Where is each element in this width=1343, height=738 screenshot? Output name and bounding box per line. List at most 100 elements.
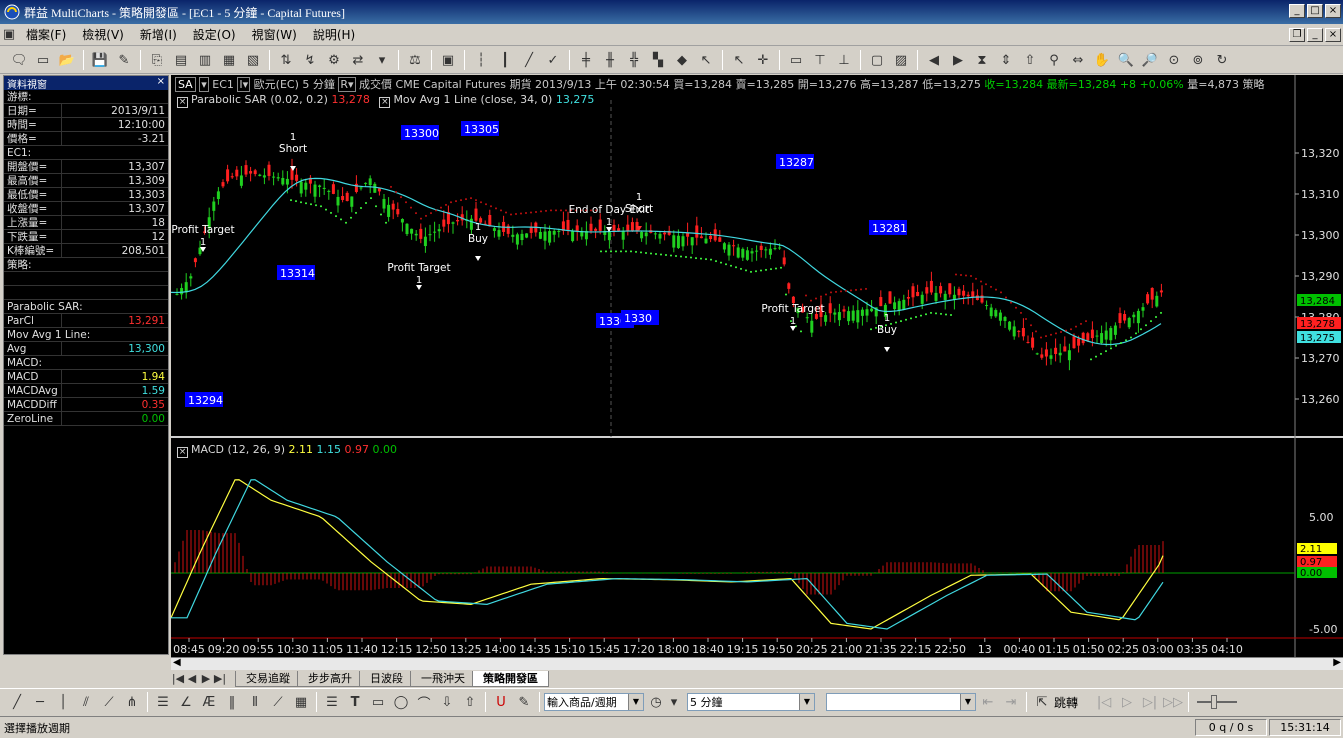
comment-icon[interactable]: ▭	[785, 49, 807, 71]
fib-ext-tool-icon[interactable]: Æ	[198, 691, 220, 713]
up-arrow-tool-icon[interactable]: ⇧	[459, 691, 481, 713]
scroll-right-icon[interactable]: ▶	[947, 49, 969, 71]
signal-icon[interactable]: ↯	[299, 49, 321, 71]
hourglass-icon[interactable]: ⧗	[971, 49, 993, 71]
pitchfork-tool-icon[interactable]: ⋔	[121, 691, 143, 713]
time-zone-tool-icon[interactable]: ‖	[221, 691, 243, 713]
down-arrow-tool-icon[interactable]: ⇩	[436, 691, 458, 713]
scroll-left-icon[interactable]: ◀	[923, 49, 945, 71]
menu-settings[interactable]: 設定(O)	[185, 26, 244, 43]
symbol-dropdown-icon[interactable]: ▾	[199, 77, 209, 92]
indicator-icon[interactable]: ⇅	[275, 49, 297, 71]
tab-first-icon[interactable]: |◀	[171, 672, 185, 685]
jump-button[interactable]: 跳轉	[1054, 694, 1078, 711]
autotrade-icon[interactable]: ⇄	[347, 49, 369, 71]
step-forward-icon[interactable]: ⇥	[1000, 691, 1022, 713]
speed-tool-icon[interactable]: ⟋	[267, 691, 289, 713]
channel-tool-icon[interactable]: ⫽	[75, 691, 97, 713]
rect-tool-icon[interactable]: ▭	[367, 691, 389, 713]
pnf-icon[interactable]: ╬	[623, 49, 645, 71]
menu-file[interactable]: 檔案(F)	[18, 26, 74, 43]
copy-icon[interactable]: ⎘	[146, 49, 168, 71]
doc3-icon[interactable]: ▦	[218, 49, 240, 71]
speed-slider[interactable]	[1197, 695, 1238, 709]
line-icon[interactable]: ╱	[518, 49, 540, 71]
play-step-icon[interactable]: ▷|	[1139, 691, 1161, 713]
clock-icon[interactable]: ◷	[645, 691, 667, 713]
jump-icon[interactable]: ⇱	[1031, 691, 1053, 713]
strategy-icon[interactable]: ⚙	[323, 49, 345, 71]
tab-strategy-dev[interactable]: 策略開發區	[472, 670, 549, 687]
expand-v-icon[interactable]: ⇕	[995, 49, 1017, 71]
save-icon[interactable]: 💾	[89, 49, 111, 71]
arc-tool-icon[interactable]: ⌒	[413, 691, 435, 713]
refresh-icon[interactable]: ↻	[1211, 49, 1233, 71]
ma-toggle[interactable]: ×	[379, 97, 391, 108]
workspace-icon[interactable]: ✎	[113, 49, 135, 71]
play-start-icon[interactable]: |◁	[1093, 691, 1115, 713]
new-chat-icon[interactable]: 🗨	[8, 49, 30, 71]
doc-icon[interactable]: ▤	[170, 49, 192, 71]
zoom-reset-icon[interactable]: ⊙	[1163, 49, 1185, 71]
crosshair-icon[interactable]: ✛	[752, 49, 774, 71]
tool-b-icon[interactable]: ⊥	[833, 49, 855, 71]
mdi-minimize-button[interactable]: _	[1307, 28, 1323, 42]
chart-panel[interactable]: 13,32013,31013,30013,29013,28013,27013,2…	[171, 75, 1343, 657]
lock-icon[interactable]: ⚲	[1043, 49, 1065, 71]
mdi-restore-button[interactable]: ❐	[1289, 28, 1305, 42]
new-window-icon[interactable]: ▭	[32, 49, 54, 71]
scroll-right-icon[interactable]: ▶	[1333, 657, 1341, 668]
chevron-down-icon[interactable]: ▼	[960, 694, 975, 710]
cursor-icon[interactable]: ↖	[695, 49, 717, 71]
eraser-icon[interactable]: ✎	[513, 691, 535, 713]
info-dropdown[interactable]: I▾	[237, 77, 251, 92]
zoom-in-icon[interactable]: 🔍	[1115, 49, 1137, 71]
angle-tool-icon[interactable]: ∠	[175, 691, 197, 713]
menu-help[interactable]: 說明(H)	[305, 26, 363, 43]
play-end-icon[interactable]: ▷▷	[1162, 691, 1184, 713]
optimize-icon[interactable]: ⚖	[404, 49, 426, 71]
up-icon[interactable]: ⇧	[1019, 49, 1041, 71]
date-combo[interactable]: ▼	[826, 693, 976, 711]
dropdown-icon[interactable]: ▾	[371, 49, 393, 71]
line-tool-icon[interactable]: ╱	[6, 691, 28, 713]
minimize-button[interactable]: _	[1289, 4, 1305, 18]
step-back-icon[interactable]: ⇤	[977, 691, 999, 713]
close-button[interactable]: ×	[1325, 4, 1341, 18]
candle-icon[interactable]: ┃	[494, 49, 516, 71]
fib-tool-icon[interactable]: ☰	[152, 691, 174, 713]
hlc-icon[interactable]: ╫	[599, 49, 621, 71]
dropdown-icon[interactable]: ▾	[668, 691, 680, 713]
renko-icon[interactable]: ▚	[647, 49, 669, 71]
check-icon[interactable]: ✓	[542, 49, 564, 71]
document-icon[interactable]: ▣	[0, 24, 18, 46]
cycle-tool-icon[interactable]: ⦀	[244, 691, 266, 713]
text-tool-icon[interactable]: T	[344, 691, 366, 713]
mdi-close-button[interactable]: ×	[1325, 28, 1341, 42]
marker-icon[interactable]: ◆	[671, 49, 693, 71]
close-icon[interactable]: ×	[157, 76, 165, 87]
horizontal-scrollbar[interactable]: ◀ ▶	[171, 657, 1343, 670]
tab-daily-swing[interactable]: 日波段	[359, 670, 414, 687]
scroll-left-icon[interactable]: ◀	[173, 657, 181, 668]
ohlc-icon[interactable]: ╪	[575, 49, 597, 71]
tab-soaring[interactable]: 一飛沖天	[410, 670, 476, 687]
panel-icon[interactable]: ▢	[866, 49, 888, 71]
maximize-button[interactable]: □	[1307, 4, 1323, 18]
tab-prev-icon[interactable]: ◀	[185, 672, 199, 685]
symbol-period-combo[interactable]: 輸入商品/週期 ▼	[544, 693, 644, 711]
hline-tool-icon[interactable]: ─	[29, 691, 51, 713]
zoom-out-icon[interactable]: 🔎	[1139, 49, 1161, 71]
bar-chart-icon[interactable]: ┆	[470, 49, 492, 71]
chart-canvas[interactable]: 13,32013,31013,30013,29013,28013,27013,2…	[171, 75, 1343, 657]
ellipse-tool-icon[interactable]: ◯	[390, 691, 412, 713]
macd-toggle[interactable]: ×	[177, 447, 188, 458]
vline-tool-icon[interactable]: │	[52, 691, 74, 713]
arrow-pointer-icon[interactable]: ↖	[728, 49, 750, 71]
scroll-icon[interactable]: ⇔	[1067, 49, 1089, 71]
tool-a-icon[interactable]: ⊤	[809, 49, 831, 71]
tab-next-icon[interactable]: ▶	[199, 672, 213, 685]
open-folder-icon[interactable]: 📂	[56, 49, 78, 71]
play-icon[interactable]: ▷	[1116, 691, 1138, 713]
menu-view[interactable]: 檢視(V)	[74, 26, 132, 43]
